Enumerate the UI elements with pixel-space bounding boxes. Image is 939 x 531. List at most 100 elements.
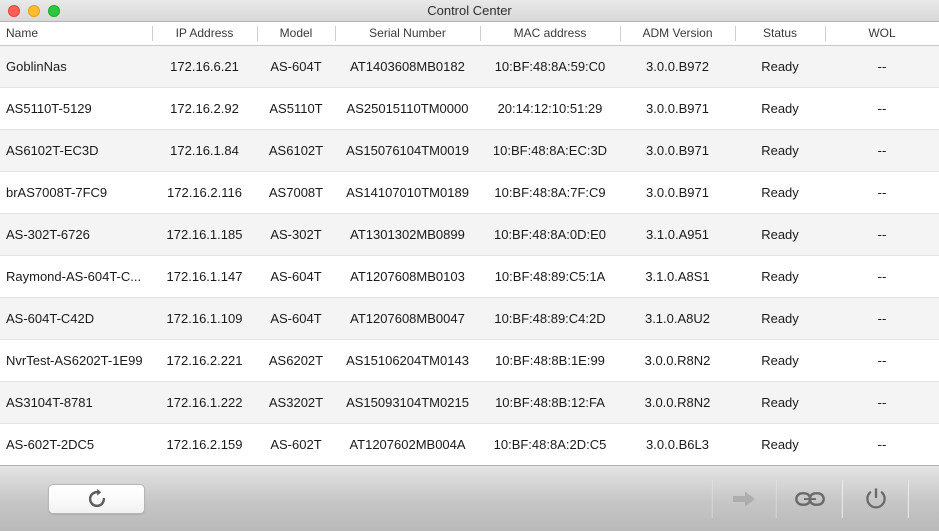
cell-ip: 172.16.1.185 [152,213,257,256]
cell-status: Ready [735,255,825,298]
maximize-window-button[interactable] [48,4,60,17]
cell-ip: 172.16.1.222 [152,381,257,424]
column-header-wol[interactable]: WOL [825,22,939,46]
table-row[interactable]: AS-302T-6726 172.16.1.185 AS-302T AT1301302… [0,213,939,256]
cell-adm: 3.1.0.A8U2 [620,297,735,340]
cell-serial: AS15076104TM0019 [335,129,480,172]
cell-adm: 3.0.0.B971 [620,171,735,214]
cell-mac: 10:BF:48:8B:12:FA [480,381,620,424]
cell-wol: -- [825,87,939,130]
table-row[interactable]: Raymond-AS-604T-C... 172.16.1.147 AS-604T A… [0,255,939,298]
bottom-toolbar [0,465,939,531]
cell-serial: AT1207608MB0047 [335,297,480,340]
cell-adm: 3.0.0.B972 [620,45,735,88]
refresh-button[interactable] [48,483,145,514]
table-row[interactable]: AS-602T-2DC5 172.16.2.159 AS-602T AT1207602… [0,423,939,465]
cell-model: AS-602T [257,423,335,465]
cell-model: AS-604T [257,297,335,340]
device-table-body: GoblinNas 172.16.6.21 AS-604T AT1403608MB01… [0,45,939,465]
table-row[interactable]: AS6102T-EC3D 172.16.1.84 AS6102T AS15076104… [0,129,939,172]
cell-status: Ready [735,213,825,256]
cell-status: Ready [735,45,825,88]
table-row[interactable]: AS-604T-C42D 172.16.1.109 AS-604T AT1207608… [0,297,939,340]
column-header-adm-version[interactable]: ADM Version [620,22,735,46]
cell-model: AS6202T [257,339,335,382]
cell-adm: 3.1.0.A951 [620,213,735,256]
cell-ip: 172.16.1.147 [152,255,257,298]
cell-wol: -- [825,339,939,382]
window-titlebar: Control Center [0,0,939,22]
close-window-button[interactable] [8,4,20,17]
cell-adm: 3.0.0.B6L3 [620,423,735,465]
cell-mac: 10:BF:48:8A:59:C0 [480,45,620,88]
cell-model: AS-604T [257,45,335,88]
cell-wol: -- [825,171,939,214]
cell-ip: 172.16.1.84 [152,129,257,172]
cell-serial: AS15106204TM0143 [335,339,480,382]
control-center-window: Control Center Name IP Address Model Ser… [0,0,939,531]
device-table-header: Name IP Address Model Serial Number MAC … [0,22,939,46]
link-button[interactable] [777,477,843,521]
cell-serial: AT1207602MB004A [335,423,480,465]
cell-status: Ready [735,171,825,214]
cell-mac: 10:BF:48:8B:1E:99 [480,339,620,382]
cell-name: brAS7008T-7FC9 [0,171,152,214]
column-header-ip-address[interactable]: IP Address [152,22,257,46]
cell-model: AS-302T [257,213,335,256]
cell-serial: AT1207608MB0103 [335,255,480,298]
table-row[interactable]: AS5110T-5129 172.16.2.92 AS5110T AS25015110… [0,87,939,130]
cell-model: AS-604T [257,255,335,298]
cell-serial: AT1403608MB0182 [335,45,480,88]
cell-model: AS7008T [257,171,335,214]
device-table: Name IP Address Model Serial Number MAC … [0,22,939,465]
column-header-name[interactable]: Name [0,22,152,46]
cell-wol: -- [825,255,939,298]
column-header-mac-address[interactable]: MAC address [480,22,620,46]
cell-ip: 172.16.2.92 [152,87,257,130]
arrow-right-icon [731,488,757,510]
column-header-serial-number[interactable]: Serial Number [335,22,480,46]
column-header-status[interactable]: Status [735,22,825,46]
cell-name: NvrTest-AS6202T-1E99 [0,339,152,382]
cell-mac: 10:BF:48:8A:EC:3D [480,129,620,172]
cell-wol: -- [825,297,939,340]
cell-adm: 3.0.0.B971 [620,87,735,130]
power-button[interactable] [843,477,909,521]
cell-name: AS-302T-6726 [0,213,152,256]
cell-mac: 10:BF:48:8A:2D:C5 [480,423,620,465]
cell-adm: 3.0.0.R8N2 [620,381,735,424]
cell-mac: 10:BF:48:8A:0D:E0 [480,213,620,256]
cell-status: Ready [735,297,825,340]
cell-mac: 10:BF:48:8A:7F:C9 [480,171,620,214]
cell-model: AS5110T [257,87,335,130]
cell-status: Ready [735,423,825,465]
cell-serial: AT1301302MB0899 [335,213,480,256]
cell-model: AS6102T [257,129,335,172]
cell-wol: -- [825,129,939,172]
cell-mac: 10:BF:48:89:C4:2D [480,297,620,340]
cell-wol: -- [825,423,939,465]
connect-arrow-button[interactable] [711,477,777,521]
table-row[interactable]: NvrTest-AS6202T-1E99 172.16.2.221 AS6202T A… [0,339,939,382]
cell-name: AS-602T-2DC5 [0,423,152,465]
cell-status: Ready [735,87,825,130]
cell-wol: -- [825,213,939,256]
table-row[interactable]: brAS7008T-7FC9 172.16.2.116 AS7008T AS14107… [0,171,939,214]
refresh-icon [86,488,108,510]
device-table-container: Name IP Address Model Serial Number MAC … [0,22,939,465]
cell-name: AS6102T-EC3D [0,129,152,172]
minimize-window-button[interactable] [28,4,40,17]
table-row[interactable]: GoblinNas 172.16.6.21 AS-604T AT1403608MB01… [0,45,939,88]
cell-adm: 3.0.0.B971 [620,129,735,172]
cell-ip: 172.16.1.109 [152,297,257,340]
cell-adm: 3.1.0.A8S1 [620,255,735,298]
cell-status: Ready [735,381,825,424]
cell-name: Raymond-AS-604T-C... [0,255,152,298]
column-header-model[interactable]: Model [257,22,335,46]
cell-adm: 3.0.0.R8N2 [620,339,735,382]
toolbar-action-group [711,477,939,521]
cell-ip: 172.16.2.221 [152,339,257,382]
cell-status: Ready [735,129,825,172]
cell-ip: 172.16.2.116 [152,171,257,214]
table-row[interactable]: AS3104T-8781 172.16.1.222 AS3202T AS1509310… [0,381,939,424]
